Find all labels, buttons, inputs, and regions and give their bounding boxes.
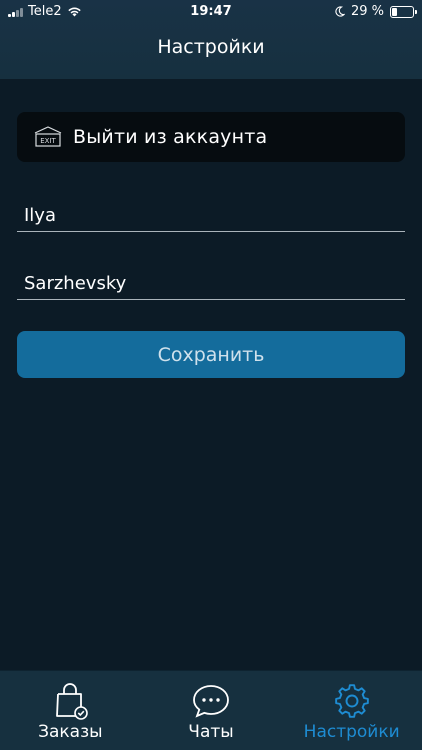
battery-icon (390, 5, 417, 18)
first-name-field[interactable] (17, 200, 405, 232)
exit-sign-text: EXIT (40, 137, 56, 145)
shopping-bag-check-icon (56, 683, 89, 720)
logout-button[interactable]: EXIT Выйти из аккаунта (17, 112, 405, 162)
tab-settings[interactable]: Настройки (281, 671, 422, 750)
exit-sign-icon: EXIT (34, 126, 62, 147)
battery-level (392, 7, 397, 16)
tab-orders[interactable]: Заказы (0, 671, 141, 750)
last-name-field[interactable] (17, 268, 405, 300)
header: Tele2 19:47 29 % Настройки (0, 0, 422, 79)
chat-bubble-icon (193, 685, 229, 718)
save-button[interactable]: Сохранить (17, 331, 405, 378)
gear-icon (334, 684, 369, 718)
tab-chats[interactable]: Чаты (141, 671, 282, 750)
tab-chats-label: Чаты (188, 722, 234, 742)
page-title: Настройки (157, 36, 265, 58)
status-bar: Tele2 19:47 29 % (0, 0, 422, 24)
settings-screen: Tele2 19:47 29 % Настройки EXIT Выйти из… (0, 0, 422, 750)
moon-icon (335, 6, 345, 17)
tab-settings-label: Настройки (303, 722, 400, 742)
logout-label: Выйти из аккаунта (73, 126, 268, 148)
battery-percent: 29 % (350, 4, 384, 19)
tab-bar: Заказы Чаты Настройки (0, 670, 422, 750)
status-right: 29 % (334, 4, 417, 19)
tab-orders-label: Заказы (38, 722, 103, 742)
